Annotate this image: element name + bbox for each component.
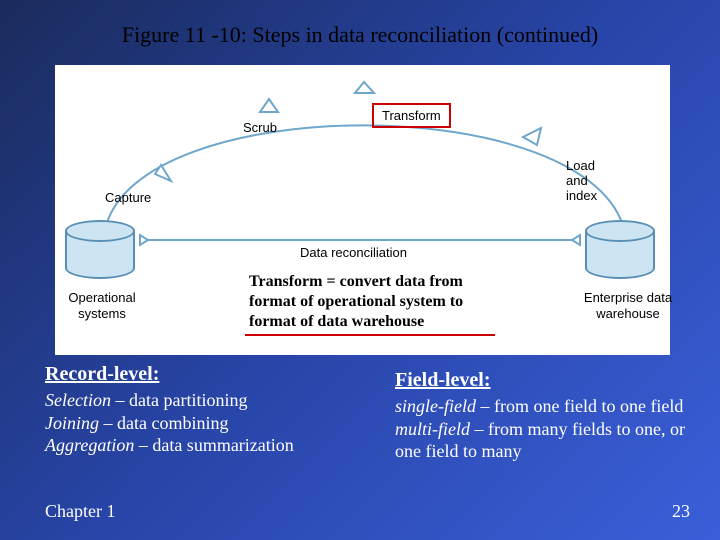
step-load: Load and index [558, 155, 605, 206]
chapter-label: Chapter 1 [45, 501, 115, 522]
record-level-header: Record-level: [45, 362, 365, 387]
step-transform: Transform [372, 103, 451, 128]
joining-desc: – data combining [99, 413, 228, 433]
selection-desc: – data partitioning [111, 390, 247, 410]
figure-title: Figure 11 -10: Steps in data reconciliat… [0, 0, 720, 56]
page-number: 23 [672, 501, 690, 522]
data-reconciliation-label: Data reconciliation [300, 245, 407, 260]
transform-caption: Transform = convert data from format of … [245, 270, 495, 336]
operational-systems-cylinder [65, 220, 135, 279]
warehouse-cylinder [585, 220, 655, 279]
selection-term: Selection [45, 390, 111, 410]
multi-field-term: multi-field [395, 419, 470, 439]
joining-term: Joining [45, 413, 99, 433]
field-level-header: Field-level: [395, 368, 695, 393]
single-field-desc: – from one field to one field [476, 396, 683, 416]
step-scrub: Scrub [235, 117, 285, 138]
warehouse-label: Enterprise data warehouse [583, 290, 673, 321]
single-field-term: single-field [395, 396, 476, 416]
diagram: Operational systems Enterprise data ware… [55, 65, 670, 355]
aggregation-term: Aggregation [45, 435, 134, 455]
step-capture: Capture [97, 187, 159, 208]
aggregation-desc: – data summarization [134, 435, 293, 455]
record-level-column: Record-level: Selection – data partition… [45, 362, 365, 457]
field-level-column: Field-level: single-field – from one fie… [395, 368, 695, 463]
operational-systems-label: Operational systems [57, 290, 147, 321]
